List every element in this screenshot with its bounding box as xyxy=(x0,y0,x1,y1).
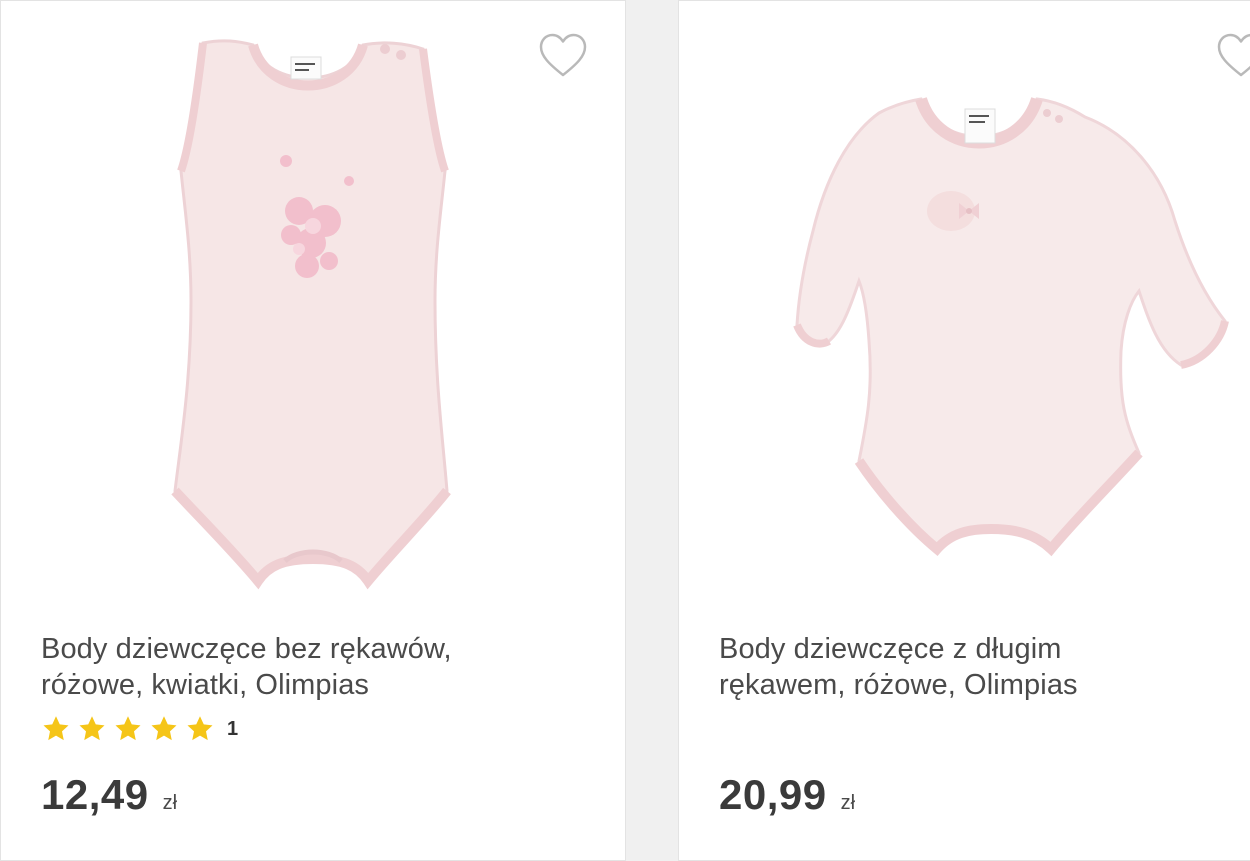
product-title[interactable]: Body dziewczęce z długim rękawem, różowe… xyxy=(719,631,1250,703)
rating-count: 1 xyxy=(227,717,239,740)
product-card[interactable]: Body dziewczęce z długim rękawem, różowe… xyxy=(678,0,1250,861)
product-image[interactable] xyxy=(63,21,563,601)
product-rating[interactable]: 1 xyxy=(41,714,238,744)
product-title-line: rękawem, różowe, Olimpias xyxy=(719,669,1078,701)
star-icon xyxy=(115,716,141,741)
product-card[interactable]: Body dziewczęce bez rękawów, różowe, kwi… xyxy=(0,0,626,861)
product-image[interactable] xyxy=(729,21,1229,601)
price-value: 20,99 xyxy=(719,771,827,818)
star-icon xyxy=(79,716,105,741)
product-title-line: Body dziewczęce bez rękawów, xyxy=(41,633,452,665)
price-currency: zł xyxy=(162,792,178,814)
product-price: 20,99 zł xyxy=(719,771,855,819)
product-title[interactable]: Body dziewczęce bez rękawów, różowe, kwi… xyxy=(41,631,581,703)
product-title-line: Body dziewczęce z długim xyxy=(719,633,1062,665)
product-grid: Body dziewczęce bez rękawów, różowe, kwi… xyxy=(0,0,1250,861)
price-value: 12,49 xyxy=(41,771,149,818)
star-icon xyxy=(187,716,213,741)
product-title-line: różowe, kwiatki, Olimpias xyxy=(41,669,370,701)
price-currency: zł xyxy=(840,792,856,814)
star-icon xyxy=(43,716,69,741)
star-icon xyxy=(151,716,177,741)
product-price: 12,49 zł xyxy=(41,771,177,819)
